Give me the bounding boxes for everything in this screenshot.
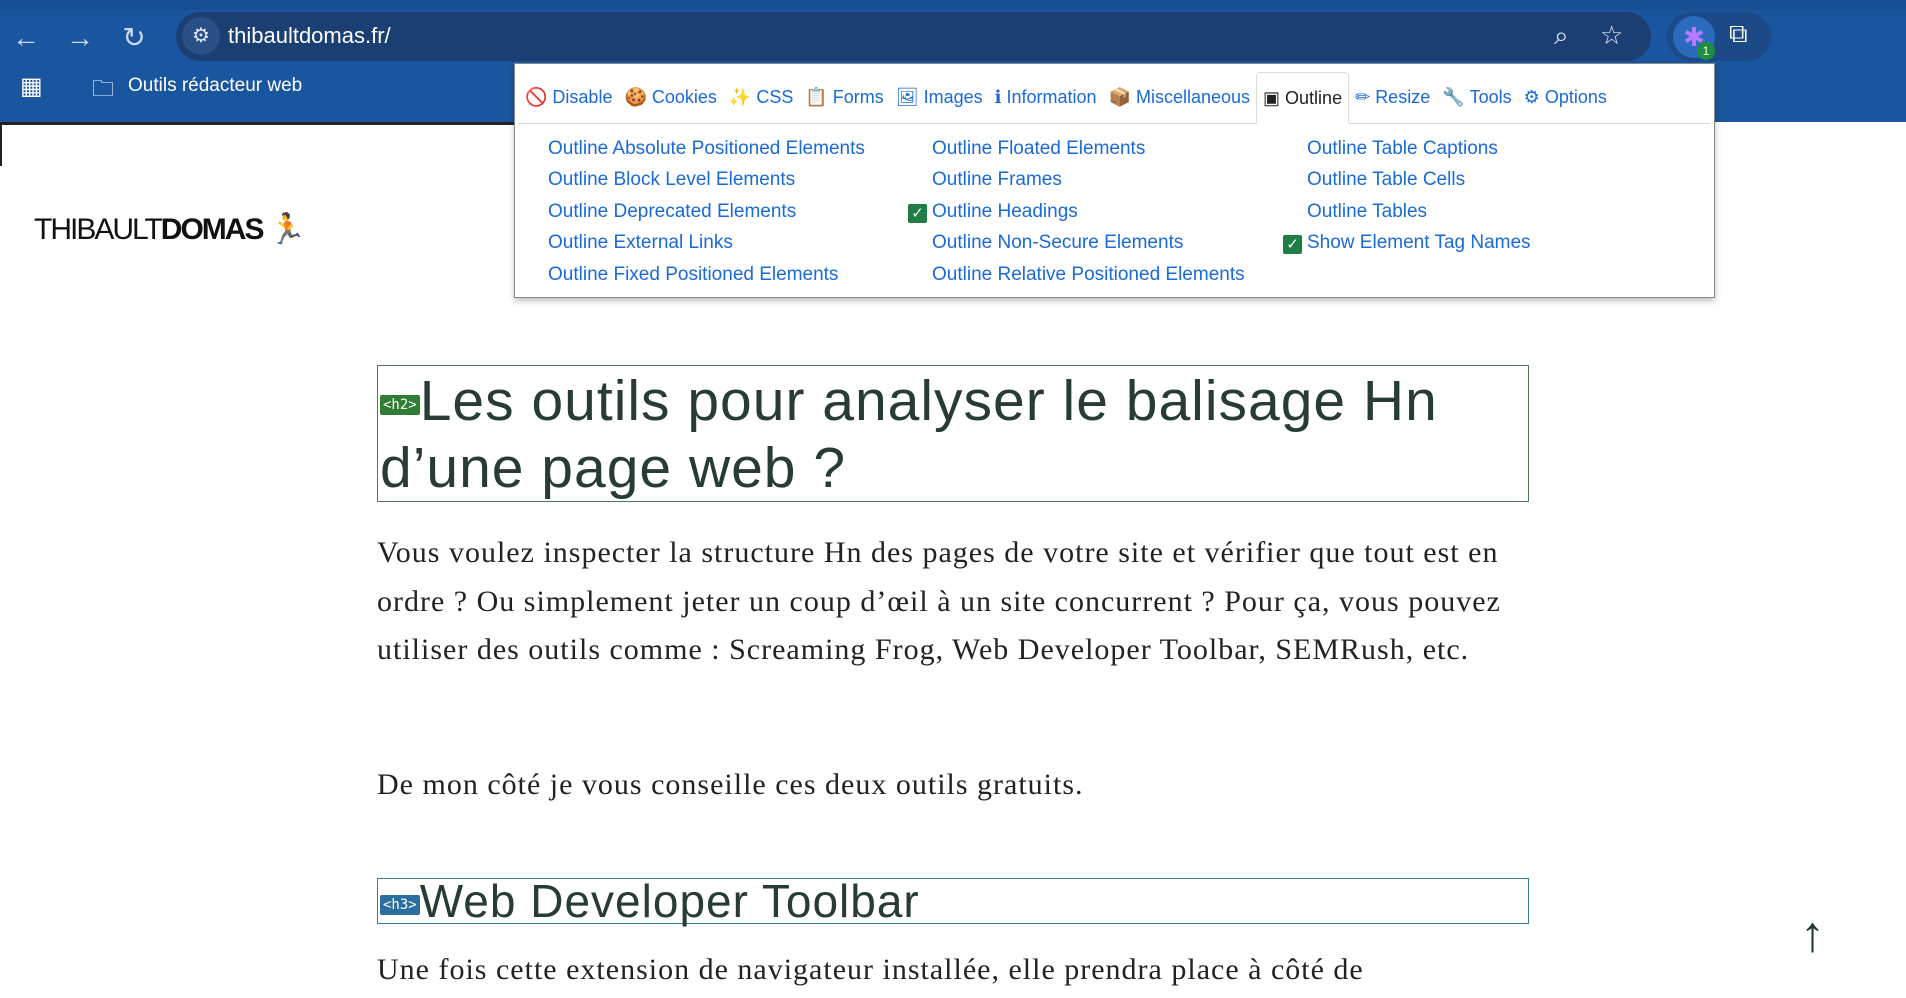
menu-item[interactable]: Outline Tables [1307,201,1427,223]
menu-item[interactable]: Outline Fixed Positioned Elements [548,264,838,286]
web-developer-menu: 🚫 Disable 🍪 Cookies ✨ CSS 📋 Forms 🖼 Images ℹ Inform… [514,63,1715,298]
menu-item[interactable]: Outline Relative Positioned Elements [932,264,1245,286]
sliders-icon: ⚙ [1523,87,1540,107]
tab-label: Resize [1375,87,1431,107]
tab-css[interactable]: ✨ CSS [723,72,799,124]
tab-disable[interactable]: 🚫 Disable [519,72,618,124]
checkmark-icon: ✓ [1283,235,1302,254]
cookie-icon: 🍪 [624,87,647,107]
tab-label: Outline [1285,87,1343,108]
tab-label: Tools [1469,87,1512,107]
forward-icon[interactable]: → [60,18,100,58]
page-left-border [0,122,2,166]
outline-icon: ▣ [1263,87,1281,108]
disable-icon: 🚫 [525,87,548,107]
h3-tag-label: <h3> [380,894,420,915]
back-icon[interactable]: ← [6,18,46,58]
tab-label: CSS [756,87,794,107]
bookmark-folder[interactable]: Outils rédacteur web [128,75,302,97]
menu-item[interactable]: Outline Headings [932,201,1078,223]
site-logo[interactable]: THIBAULTDOMAS 🏃 [34,212,306,247]
wrench-icon: 🔧 [1442,87,1465,107]
paragraph-extension: Une fois cette extension de navigateur i… [377,953,1364,986]
scroll-to-top-icon[interactable]: ↑ [1800,905,1825,963]
tab-cookies[interactable]: 🍪 Cookies [618,72,722,124]
paragraph-intro: Vous voulez inspecter la structure Hn de… [377,536,1501,667]
page-top-border [0,122,514,125]
tab-outline[interactable]: ▣ Outline [1256,72,1350,124]
magic-wand-icon: ✨ [728,87,752,107]
tab-strip [0,0,1906,10]
h3-heading: <h3>Web Developer Toolbar [377,878,1529,924]
tab-miscellaneous[interactable]: 📦 Miscellaneous [1103,72,1256,124]
address-bar[interactable]: ⚙ thibaultdomas.fr/ ⌕ ☆ [176,12,1651,61]
tab-images[interactable]: 🖼 Images [890,72,989,124]
menu-item[interactable]: Outline External Links [548,232,733,254]
menu-item[interactable]: Outline Deprecated Elements [548,201,796,223]
paragraph-advice: De mon côté je vous conseille ces deux o… [377,768,1084,801]
info-icon: ℹ [994,87,1002,107]
tab-label: Miscellaneous [1135,87,1251,107]
tab-label: Options [1544,87,1607,107]
tab-label: Forms [832,87,884,107]
image-icon: 🖼 [895,87,919,107]
menu-item[interactable]: Outline Frames [932,169,1062,191]
pencil-icon: ✏ [1355,87,1371,107]
h2-tag-label: <h2> [380,394,420,415]
menu-item[interactable]: Outline Floated Elements [932,138,1145,160]
url-text[interactable]: thibaultdomas.fr/ [228,23,391,49]
box-icon: 📦 [1108,87,1131,107]
h2-heading: <h2>Les outils pour analyser le balisage… [377,365,1529,502]
tab-tools[interactable]: 🔧 Tools [1436,72,1517,124]
tab-resize[interactable]: ✏ Resize [1349,72,1436,124]
folder-icon: 🗀 [92,76,115,101]
extension-badge: 1 [1697,42,1715,60]
checkmark-icon: ✓ [908,204,927,223]
clipboard-icon: 📋 [805,87,828,107]
tab-label: Information [1006,87,1097,107]
tab-forms[interactable]: 📋 Forms [799,72,889,124]
tab-label: Images [923,87,983,107]
bookmark-star-icon[interactable]: ☆ [1600,20,1623,51]
zoom-icon[interactable]: ⌕ [1554,20,1569,52]
tab-information[interactable]: ℹ Information [989,72,1103,124]
reload-icon[interactable]: ↻ [114,18,154,58]
menu-tabs: 🚫 Disable 🍪 Cookies ✨ CSS 📋 Forms 🖼 Images ℹ Inform… [519,72,1710,124]
menu-item[interactable]: Outline Block Level Elements [548,169,795,191]
menu-item[interactable]: Show Element Tag Names [1307,232,1531,254]
h3-text: Web Developer Toolbar [419,875,920,927]
site-info-icon[interactable]: ⚙ [182,17,220,55]
menu-item[interactable]: Outline Table Captions [1307,138,1498,160]
tab-label: Disable [552,87,613,107]
apps-grid-icon[interactable]: ▦ [20,72,43,101]
extensions-area: ✱ 1 ⧉ [1667,12,1771,61]
tab-options[interactable]: ⚙ Options [1518,72,1613,124]
menu-item[interactable]: Outline Absolute Positioned Elements [548,138,865,160]
h2-text: Les outils pour analyser le balisage Hn … [380,369,1438,500]
extensions-icon[interactable]: ⧉ [1729,18,1748,50]
menu-item[interactable]: Outline Table Cells [1307,169,1465,191]
menu-item[interactable]: Outline Non-Secure Elements [932,232,1183,254]
tab-label: Cookies [651,87,717,107]
